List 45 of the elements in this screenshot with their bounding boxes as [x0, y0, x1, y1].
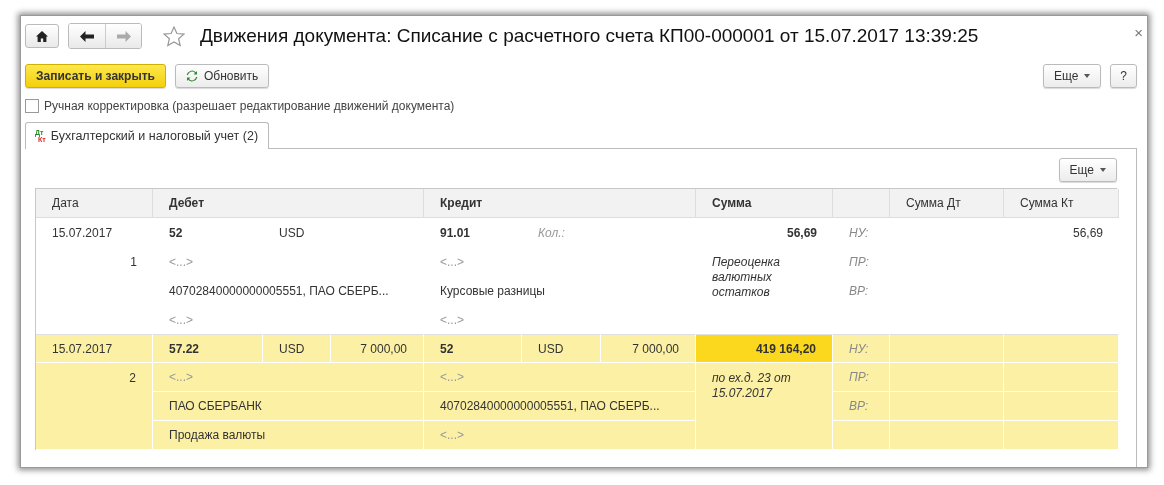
subconto-cell: Продажа валюты	[153, 421, 424, 450]
tax-label: ПР:	[833, 363, 890, 392]
checkbox-label: Ручная корректировка (разрешает редактирование движений документа)	[44, 99, 455, 113]
amount-cell: 7 000,00	[331, 334, 424, 363]
subconto-cell: ПАО СБЕРБАНК	[153, 392, 424, 421]
account-cell: 57.22	[153, 334, 263, 363]
left-arrow-icon	[80, 30, 94, 42]
row-number-cell: 2	[36, 363, 153, 450]
subconto-cell: <...>	[153, 363, 424, 392]
column-header: Сумма Кт	[1004, 189, 1119, 218]
checkbox[interactable]	[25, 99, 39, 113]
date-cell: 15.07.2017	[36, 334, 153, 363]
column-header	[833, 189, 890, 218]
back-button[interactable]	[69, 24, 105, 48]
account-cell: 52	[424, 334, 522, 363]
help-button[interactable]: ?	[1110, 64, 1137, 88]
column-header: Сумма Дт	[890, 189, 1004, 218]
caret-icon	[1100, 168, 1106, 172]
currency-cell: USD	[263, 334, 331, 363]
caret-icon	[1084, 74, 1091, 78]
currency-cell: USD	[522, 334, 601, 363]
column-header: Сумма	[696, 189, 833, 218]
more-button[interactable]: Еще	[1042, 64, 1102, 88]
amount-cell: 7 000,00	[601, 334, 696, 363]
window-title: Движения документа: Списание с расчетного счета КП00-000001 от 15.07.2017 13:39:25	[200, 25, 979, 47]
subconto-cell: <...>	[424, 421, 696, 450]
sum-cell: 419 164,20	[696, 334, 833, 363]
tax-label: ВР:	[833, 392, 890, 421]
home-icon	[36, 30, 48, 42]
close-button[interactable]: ×	[1134, 24, 1143, 41]
more-button[interactable]: Еще	[1058, 158, 1117, 182]
column-header: Кредит	[424, 189, 696, 218]
home-button[interactable]	[25, 24, 59, 48]
refresh-button[interactable]: Обновить	[174, 64, 270, 88]
column-header: Дата	[36, 189, 153, 218]
save-and-close-button[interactable]: Записать и закрыть	[25, 64, 166, 88]
column-header: Дебет	[153, 189, 424, 218]
tax-label: НУ:	[833, 334, 890, 363]
star-icon[interactable]	[163, 25, 185, 47]
refresh-icon	[185, 70, 198, 82]
subconto-cell: <...>	[424, 363, 696, 392]
right-arrow-icon	[116, 30, 131, 42]
table-cell	[833, 421, 890, 450]
subconto-cell: 40702840000000005551, ПАО СБЕРБ...	[424, 392, 696, 421]
content-cell: по ех.д. 23 от 15.07.2017	[696, 363, 833, 450]
